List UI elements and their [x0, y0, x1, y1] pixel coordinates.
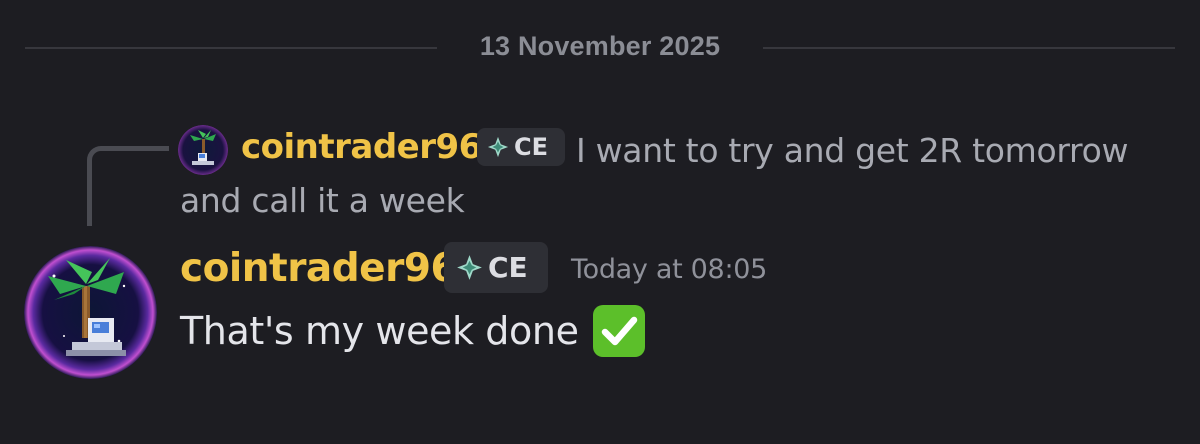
message-timestamp[interactable]: Today at 08:05 — [571, 254, 767, 285]
reply-message-text[interactable]: I want to try and get 2R tomorrow and ca… — [180, 126, 1170, 226]
message-content[interactable]: That's my week done — [180, 303, 647, 359]
date-divider: 13 November 2025 — [479, 31, 721, 61]
check-mark-button-icon — [591, 303, 647, 359]
message-text: That's my week done — [180, 309, 579, 353]
date-divider-left-line — [25, 47, 437, 49]
message-role-tag[interactable]: CE — [444, 242, 548, 293]
message-username[interactable]: cointrader96 — [180, 246, 458, 291]
date-divider-right-line — [763, 47, 1175, 49]
reply-spine — [87, 146, 169, 226]
message-role-tag-label: CE — [488, 251, 528, 284]
chat-view: 13 November 2025 cointrader96 CE I want … — [0, 0, 1200, 444]
user-avatar[interactable] — [24, 246, 157, 379]
diamond-sparkle-icon — [456, 254, 483, 281]
